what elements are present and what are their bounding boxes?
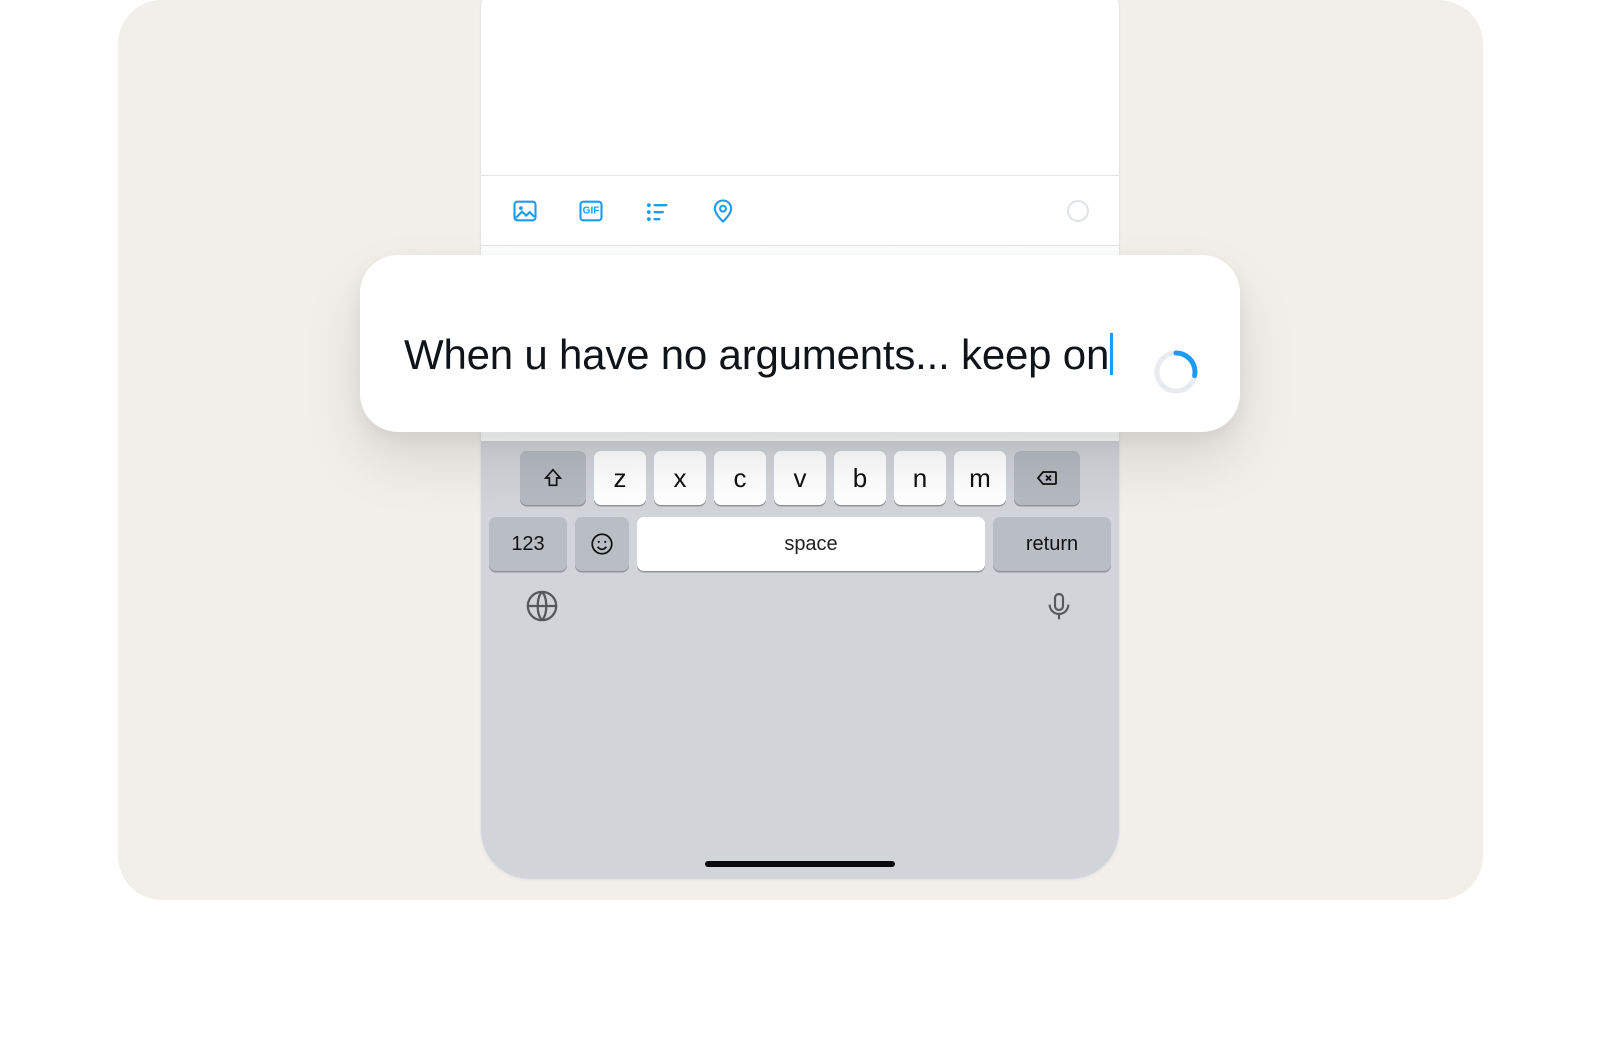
gif-icon-label: GIF [583,205,600,216]
image-icon[interactable] [511,197,539,225]
key-z[interactable]: z [594,451,646,505]
emoji-key[interactable] [575,517,629,571]
key-b[interactable]: b [834,451,886,505]
stage-frame: GIF [118,0,1483,900]
shift-key[interactable] [520,451,586,505]
keyboard-bottom-bar [489,571,1111,629]
text-caret [1110,333,1113,375]
key-v[interactable]: v [774,451,826,505]
onscreen-keyboard: z x c v b n m 123 space return [481,441,1119,879]
compose-text[interactable]: When u have no arguments... keep on [404,327,1180,384]
return-key[interactable]: return [993,517,1111,571]
mic-icon[interactable] [1043,590,1075,622]
character-count-ring [1067,200,1089,222]
progress-ring-icon [1152,348,1200,396]
globe-icon[interactable] [525,589,559,623]
compose-text-content: When u have no arguments... keep on [404,331,1109,378]
poll-icon[interactable] [643,197,671,225]
key-m[interactable]: m [954,451,1006,505]
keyboard-row-3: z x c v b n m [489,451,1111,505]
space-key[interactable]: space [637,517,985,571]
key-x[interactable]: x [654,451,706,505]
phone-frame: GIF [480,0,1120,880]
key-c[interactable]: c [714,451,766,505]
numbers-key[interactable]: 123 [489,517,567,571]
compose-text-area[interactable] [481,0,1119,176]
key-n[interactable]: n [894,451,946,505]
gif-icon[interactable]: GIF [577,197,605,225]
compose-overlay-card: When u have no arguments... keep on [360,255,1240,432]
backspace-key[interactable] [1014,451,1080,505]
location-pin-icon[interactable] [709,197,737,225]
compose-toolbar: GIF [481,176,1119,246]
keyboard-row-fn: 123 space return [489,517,1111,571]
home-indicator[interactable] [705,861,895,867]
